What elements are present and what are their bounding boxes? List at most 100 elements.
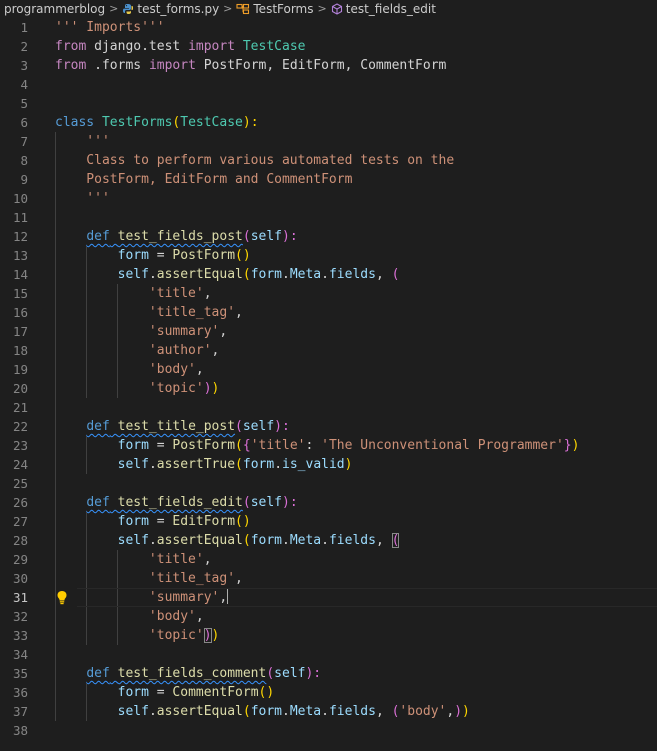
code-token: , bbox=[235, 571, 243, 586]
code-line[interactable]: 35 def test_fields_comment(self): bbox=[0, 664, 657, 683]
code-text: 'title_tag', bbox=[55, 303, 243, 322]
code-line[interactable]: 23 form = PostForm({'title': 'The Unconv… bbox=[0, 436, 657, 455]
code-token: . bbox=[148, 267, 157, 282]
code-line[interactable]: 17 'summary', bbox=[0, 322, 657, 341]
code-text: 'title_tag', bbox=[55, 569, 243, 588]
code-line[interactable]: 4 bbox=[0, 75, 657, 94]
code-token: 'body' bbox=[148, 362, 196, 377]
code-token: assertEqual bbox=[156, 267, 243, 282]
code-line[interactable]: 31 'summary', bbox=[0, 588, 657, 607]
code-token: 'topic' bbox=[148, 381, 204, 396]
code-line[interactable]: 14 self.assertEqual(form.Meta.fields, ( bbox=[0, 265, 657, 284]
code-token: 'title' bbox=[148, 286, 204, 301]
code-line[interactable]: 33 'topic')) bbox=[0, 626, 657, 645]
line-number: 25 bbox=[12, 476, 28, 491]
code-text: 'summary', bbox=[55, 322, 227, 341]
code-text: form = CommentForm() bbox=[55, 683, 275, 702]
code-line[interactable]: 1 ''' Imports''' bbox=[0, 18, 657, 37]
code-token: self bbox=[117, 533, 149, 548]
code-line[interactable]: 30 'title_tag', bbox=[0, 569, 657, 588]
code-line[interactable]: 5 bbox=[0, 94, 657, 113]
line-number: 2 bbox=[20, 39, 28, 54]
code-line[interactable]: 7 ''' bbox=[0, 132, 657, 151]
code-token: .forms bbox=[86, 58, 149, 73]
code-line[interactable]: 8 Class to perform various automated tes… bbox=[0, 151, 657, 170]
code-token: : bbox=[305, 438, 322, 453]
line-number: 34 bbox=[12, 647, 28, 662]
code-line[interactable]: 18 'author', bbox=[0, 341, 657, 360]
code-text: ''' Imports''' bbox=[55, 18, 165, 37]
code-line[interactable]: 16 'title_tag', bbox=[0, 303, 657, 322]
code-line[interactable]: 10 ''' bbox=[0, 189, 657, 208]
code-line[interactable]: 29 'title', bbox=[0, 550, 657, 569]
code-line[interactable]: 38 bbox=[0, 721, 657, 740]
code-token: form bbox=[242, 457, 275, 472]
code-token: ( bbox=[391, 267, 400, 282]
line-number: 11 bbox=[12, 210, 28, 225]
line-number: 13 bbox=[12, 248, 28, 263]
code-line[interactable]: 37 self.assertEqual(form.Meta.fields, ('… bbox=[0, 702, 657, 721]
code-token: test_fields_edit bbox=[117, 495, 243, 510]
code-token: . bbox=[321, 533, 329, 548]
breadcrumb-folder[interactable]: programmerblog bbox=[4, 2, 105, 16]
code-token: Class to perform various automated tests… bbox=[55, 153, 455, 168]
code-line[interactable]: 22 def test_title_post(self): bbox=[0, 417, 657, 436]
code-token: def bbox=[86, 229, 110, 244]
code-token: ) bbox=[203, 628, 212, 643]
code-token: from bbox=[55, 39, 87, 54]
breadcrumb-file[interactable]: test_forms.py bbox=[137, 2, 219, 16]
code-line[interactable]: 12 def test_fields_post(self): bbox=[0, 227, 657, 246]
code-token: form bbox=[117, 248, 149, 263]
code-line[interactable]: 11 bbox=[0, 208, 657, 227]
code-line[interactable]: 9 PostForm, EditForm and CommentForm bbox=[0, 170, 657, 189]
code-token: ( bbox=[242, 533, 251, 548]
code-text: from django.test import TestCase bbox=[55, 37, 305, 56]
code-line[interactable]: 26 def test_fields_edit(self): bbox=[0, 493, 657, 512]
code-line[interactable]: 13 form = PostForm() bbox=[0, 246, 657, 265]
code-text: from .forms import PostForm, EditForm, C… bbox=[55, 56, 446, 75]
code-editor[interactable]: 1 ''' Imports''' 2 from django.test import … bbox=[0, 18, 657, 740]
code-token: form bbox=[117, 685, 149, 700]
line-number: 16 bbox=[12, 305, 28, 320]
code-line[interactable]: 34 bbox=[0, 645, 657, 664]
chevron-right-icon: > bbox=[109, 2, 119, 15]
code-token: self bbox=[242, 419, 275, 434]
code-line[interactable]: 2 from django.test import TestCase bbox=[0, 37, 657, 56]
code-line[interactable]: 3 from .forms import PostForm, EditForm, … bbox=[0, 56, 657, 75]
code-token: ) bbox=[211, 628, 220, 643]
code-token: , bbox=[211, 343, 220, 358]
line-number: 20 bbox=[12, 381, 28, 396]
chevron-right-icon: > bbox=[223, 2, 233, 15]
code-line[interactable]: 15 'title', bbox=[0, 284, 657, 303]
breadcrumb-class[interactable]: TestForms bbox=[253, 2, 313, 16]
code-line[interactable]: 36 form = CommentForm() bbox=[0, 683, 657, 702]
code-line[interactable]: 24 self.assertTrue(form.is_valid) bbox=[0, 455, 657, 474]
code-token: self bbox=[274, 666, 306, 681]
code-token: ): bbox=[282, 229, 298, 244]
code-line[interactable]: 6 class TestForms(TestCase): bbox=[0, 113, 657, 132]
code-text: def test_fields_edit(self): bbox=[55, 493, 297, 512]
code-line[interactable]: 20 'topic')) bbox=[0, 379, 657, 398]
code-line[interactable]: 28 self.assertEqual(form.Meta.fields, ( bbox=[0, 531, 657, 550]
code-token: 'summary' bbox=[148, 590, 220, 605]
code-text: self.assertEqual(form.Meta.fields, ( bbox=[55, 531, 400, 550]
code-line[interactable]: 27 form = EditForm() bbox=[0, 512, 657, 531]
code-line[interactable]: 32 'body', bbox=[0, 607, 657, 626]
line-number: 5 bbox=[20, 96, 28, 111]
code-line[interactable]: 21 bbox=[0, 398, 657, 417]
code-line[interactable]: 25 bbox=[0, 474, 657, 493]
breadcrumb-method[interactable]: test_fields_edit bbox=[346, 2, 436, 16]
code-line[interactable]: 19 'body', bbox=[0, 360, 657, 379]
code-token: form bbox=[117, 514, 149, 529]
code-token: 'summary' bbox=[148, 324, 220, 339]
